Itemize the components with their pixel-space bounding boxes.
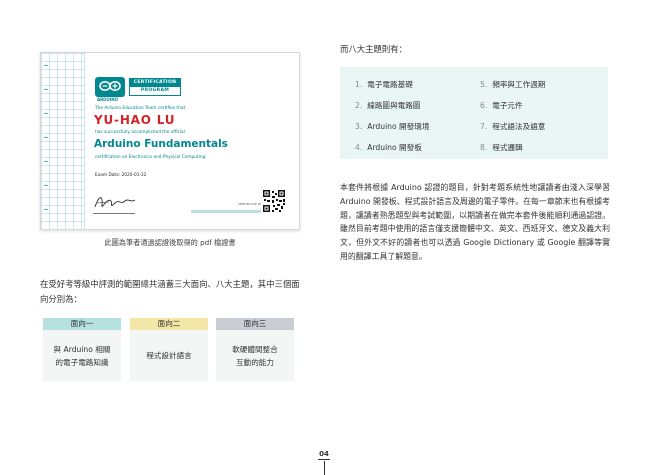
topics-heading: 而八大主題則有： [340,44,407,54]
certificate-caption: 此圖為筆者通過認證後取得的 pdf 檔證書 [104,238,236,247]
course-subtitle: certification on Electronics and Physica… [95,155,206,160]
aspect-body: 與 Arduino 相關 的電子電路知識 [43,330,121,381]
topic-label: 程式邏輯 [492,143,523,152]
aspect-body-line: 程式設計語言 [146,351,192,360]
topic-number: 8. [480,143,488,152]
topic-label: 線路圖與電路圖 [367,101,421,110]
aspect-title: 面向三 [216,318,294,330]
aspect-title: 面向一 [43,318,121,330]
verification-url-bar [191,210,261,213]
aspect-body: 軟硬體間整合 互動的能力 [216,330,294,381]
aspect-card-1: 面向一 與 Arduino 相關 的電子電路知識 [43,318,121,381]
recipient-name: YU-HAO LU [94,113,176,127]
topics-list-box: 1. 電子電路基礎 2. 線路圖與電路圖 3. Arduino 開發環境 4. Ardu… [340,67,608,159]
topic-number: 3. [355,122,363,131]
topic-number: 5. [480,80,488,89]
topic-item: 1. 電子電路基礎 [355,79,413,90]
certifies-text: The Arduino Education Team certifies tha… [95,106,186,111]
kit-description-paragraph: 本套件將根據 Arduino 認證的題目，針對考題系統性地讓讀者由淺入深學習 A… [340,183,610,261]
topic-number: 4. [355,143,363,152]
topic-number: 7. [480,122,488,131]
certificate-grid-decoration [41,53,85,229]
arduino-wordmark: ARDUINO [97,97,118,102]
page-number: 04 [319,450,329,458]
badge-line-2: PROGRAM [140,88,170,93]
certificate-id-label: CERTIFICATE ID [238,202,261,206]
aspect-body-line: 軟硬體間整合 [232,344,278,354]
topic-label: 電子電路基礎 [367,80,413,89]
accomplished-text: has successfully accomplished the offici… [95,130,185,135]
topic-label: Arduino 開發環境 [367,122,430,131]
aspect-body-line: 與 Arduino 相關 [53,344,111,354]
topic-label: 頻率與工作週期 [492,80,546,89]
aspect-body: 程式設計語言 [130,330,208,381]
exam-date: Exam Date: 2020-01-22 [95,173,147,178]
topic-item: 2. 線路圖與電路圖 [355,100,420,111]
badge-line-1: CERTIFICATION [130,79,180,87]
course-title: Arduino Fundamentals [94,138,228,150]
aspect-card-3: 面向三 軟硬體間整合 互動的能力 [216,318,294,381]
aspect-body-line: 的電子電路知識 [55,357,109,367]
topic-item: 7. 程式語法及語意 [480,121,545,132]
topic-item: 8. 程式邏輯 [480,142,523,153]
topic-label: 電子元件 [492,101,523,110]
signature-image [94,197,136,208]
topic-item: 4. Arduino 開發板 [355,142,422,153]
topic-number: 6. [480,101,488,110]
topic-label: Arduino 開發板 [367,143,422,152]
page-number-underline [318,459,330,460]
topic-item: 5. 頻率與工作週期 [480,79,545,90]
topic-item: 6. 電子元件 [480,100,523,111]
aspect-card-2: 面向二 程式設計語言 [130,318,208,381]
topic-label: 程式語法及語意 [492,122,546,131]
topic-number: 1. [355,80,363,89]
certificate-image: ARDUINO CERTIFICATION PROGRAM The Arduin… [40,52,300,230]
aspects-intro-paragraph: 在受好考等級中評測的範圍總共涵蓋三大面向、八大主題，其中三個面向分別為： [40,279,300,304]
arduino-logo-icon [95,77,125,97]
topic-item: 3. Arduino 開發環境 [355,121,429,132]
page-divider-line [324,461,325,475]
aspect-body-line: 互動的能力 [236,357,274,367]
certification-program-badge: CERTIFICATION PROGRAM [129,78,181,96]
qr-code-icon [263,190,285,212]
aspect-title: 面向二 [130,318,208,330]
topic-number: 2. [355,101,363,110]
signature-line [93,213,135,214]
